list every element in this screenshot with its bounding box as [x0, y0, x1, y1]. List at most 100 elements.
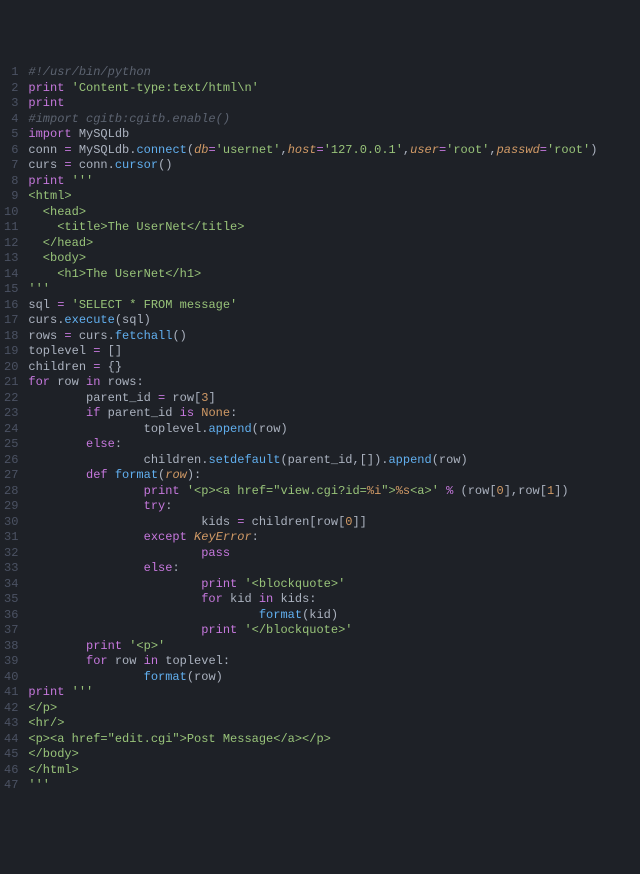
code-token: () [172, 329, 186, 343]
code-token [64, 298, 71, 312]
code-token: () [158, 158, 172, 172]
code-line: <hr/> [28, 716, 597, 732]
code-token: sql [28, 298, 57, 312]
code-token [28, 623, 201, 637]
code-token: is [180, 406, 194, 420]
code-token: <head> [28, 205, 86, 219]
code-line: def format(row): [28, 468, 597, 484]
code-token: (sql) [115, 313, 151, 327]
code-line: <h1>The UserNet</h1> [28, 267, 597, 283]
code-token: connect [136, 143, 186, 157]
code-token: curs [28, 158, 64, 172]
code-token: ]] [352, 515, 366, 529]
code-token: : [165, 499, 172, 513]
code-line: else: [28, 561, 597, 577]
code-token: KeyError [194, 530, 252, 544]
code-line: </body> [28, 747, 597, 763]
code-line: parent_id = row[3] [28, 391, 597, 407]
code-token [64, 685, 71, 699]
code-line: </head> [28, 236, 597, 252]
code-token [28, 670, 143, 684]
code-token: try [144, 499, 166, 513]
code-line: toplevel = [] [28, 344, 597, 360]
code-line: import MySQLdb [28, 127, 597, 143]
code-token: fetchall [115, 329, 173, 343]
code-token: '</blockquote>' [244, 623, 352, 637]
code-line: <head> [28, 205, 597, 221]
code-token: = [64, 158, 71, 172]
code-token: print [201, 577, 237, 591]
code-line: print '<p><a href="view.cgi?id=%i">%s<a>… [28, 484, 597, 500]
code-line: print '<blockquote>' [28, 577, 597, 593]
code-area[interactable]: #!/usr/bin/python print 'Content-type:tex… [26, 62, 597, 797]
code-line: print ''' [28, 685, 597, 701]
code-token: if [86, 406, 100, 420]
code-token: parent_id [28, 391, 158, 405]
code-token: append [388, 453, 431, 467]
code-line: sql = 'SELECT * FROM message' [28, 298, 597, 314]
code-token: = [208, 143, 215, 157]
code-line: format(row) [28, 670, 597, 686]
code-token: toplevel: [158, 654, 230, 668]
code-line: print 'Content-type:text/html\n' [28, 81, 597, 97]
code-token: [] [100, 344, 122, 358]
code-token: curs. [28, 313, 64, 327]
code-token: ] [208, 391, 215, 405]
code-token: (row[ [453, 484, 496, 498]
code-token [28, 561, 143, 575]
code-token: ) [590, 143, 597, 157]
code-token: ]) [554, 484, 568, 498]
code-token: (row) [187, 670, 223, 684]
code-line: children.setdefault(parent_id,[]).append… [28, 453, 597, 469]
code-token: '127.0.0.1' [324, 143, 403, 157]
code-token: #!/usr/bin/python [28, 65, 150, 79]
code-token: 'SELECT * FROM message' [72, 298, 238, 312]
code-token [28, 437, 86, 451]
code-token [108, 468, 115, 482]
code-line: <body> [28, 251, 597, 267]
code-token [64, 174, 71, 188]
code-line: #!/usr/bin/python [28, 65, 597, 81]
code-token: <h1>The UserNet</h1> [28, 267, 201, 281]
code-token: print [201, 623, 237, 637]
code-line: curs.execute(sql) [28, 313, 597, 329]
code-token: MySQLdb. [72, 143, 137, 157]
code-line: <title>The UserNet</title> [28, 220, 597, 236]
code-token: <p><a href="edit.cgi">Post Message</a></… [28, 732, 330, 746]
code-token [187, 530, 194, 544]
code-token: parent_id [100, 406, 179, 420]
code-token: for [28, 375, 50, 389]
code-token: : [230, 406, 237, 420]
code-token: <hr/> [28, 716, 64, 730]
code-line: children = {} [28, 360, 597, 376]
code-line: print '<p>' [28, 639, 597, 655]
code-token: <body> [28, 251, 86, 265]
code-token: ): [187, 468, 201, 482]
code-token: curs. [72, 329, 115, 343]
code-token: children[row[ [244, 515, 345, 529]
code-token: {} [100, 360, 122, 374]
code-token: host [288, 143, 317, 157]
code-token: = [64, 143, 71, 157]
code-token: else [144, 561, 173, 575]
code-token: MySQLdb [72, 127, 130, 141]
code-token: in [86, 375, 100, 389]
code-token: </html> [28, 763, 78, 777]
line-number-gutter: 1 2 3 4 5 6 7 8 9 10 11 12 13 14 15 16 1… [0, 62, 26, 797]
code-token: row[ [165, 391, 201, 405]
code-token: 'root' [446, 143, 489, 157]
code-token: user [410, 143, 439, 157]
code-token: children. [28, 453, 208, 467]
code-token: = [540, 143, 547, 157]
code-token: for [86, 654, 108, 668]
code-token: "> [381, 484, 395, 498]
code-token: toplevel [28, 344, 93, 358]
code-token [64, 81, 71, 95]
code-line: </p> [28, 701, 597, 717]
code-token: = [317, 143, 324, 157]
code-token: kid [223, 592, 259, 606]
code-token: format [115, 468, 158, 482]
code-token: ''' [28, 778, 50, 792]
code-line: for row in rows: [28, 375, 597, 391]
code-line: print '</blockquote>' [28, 623, 597, 639]
